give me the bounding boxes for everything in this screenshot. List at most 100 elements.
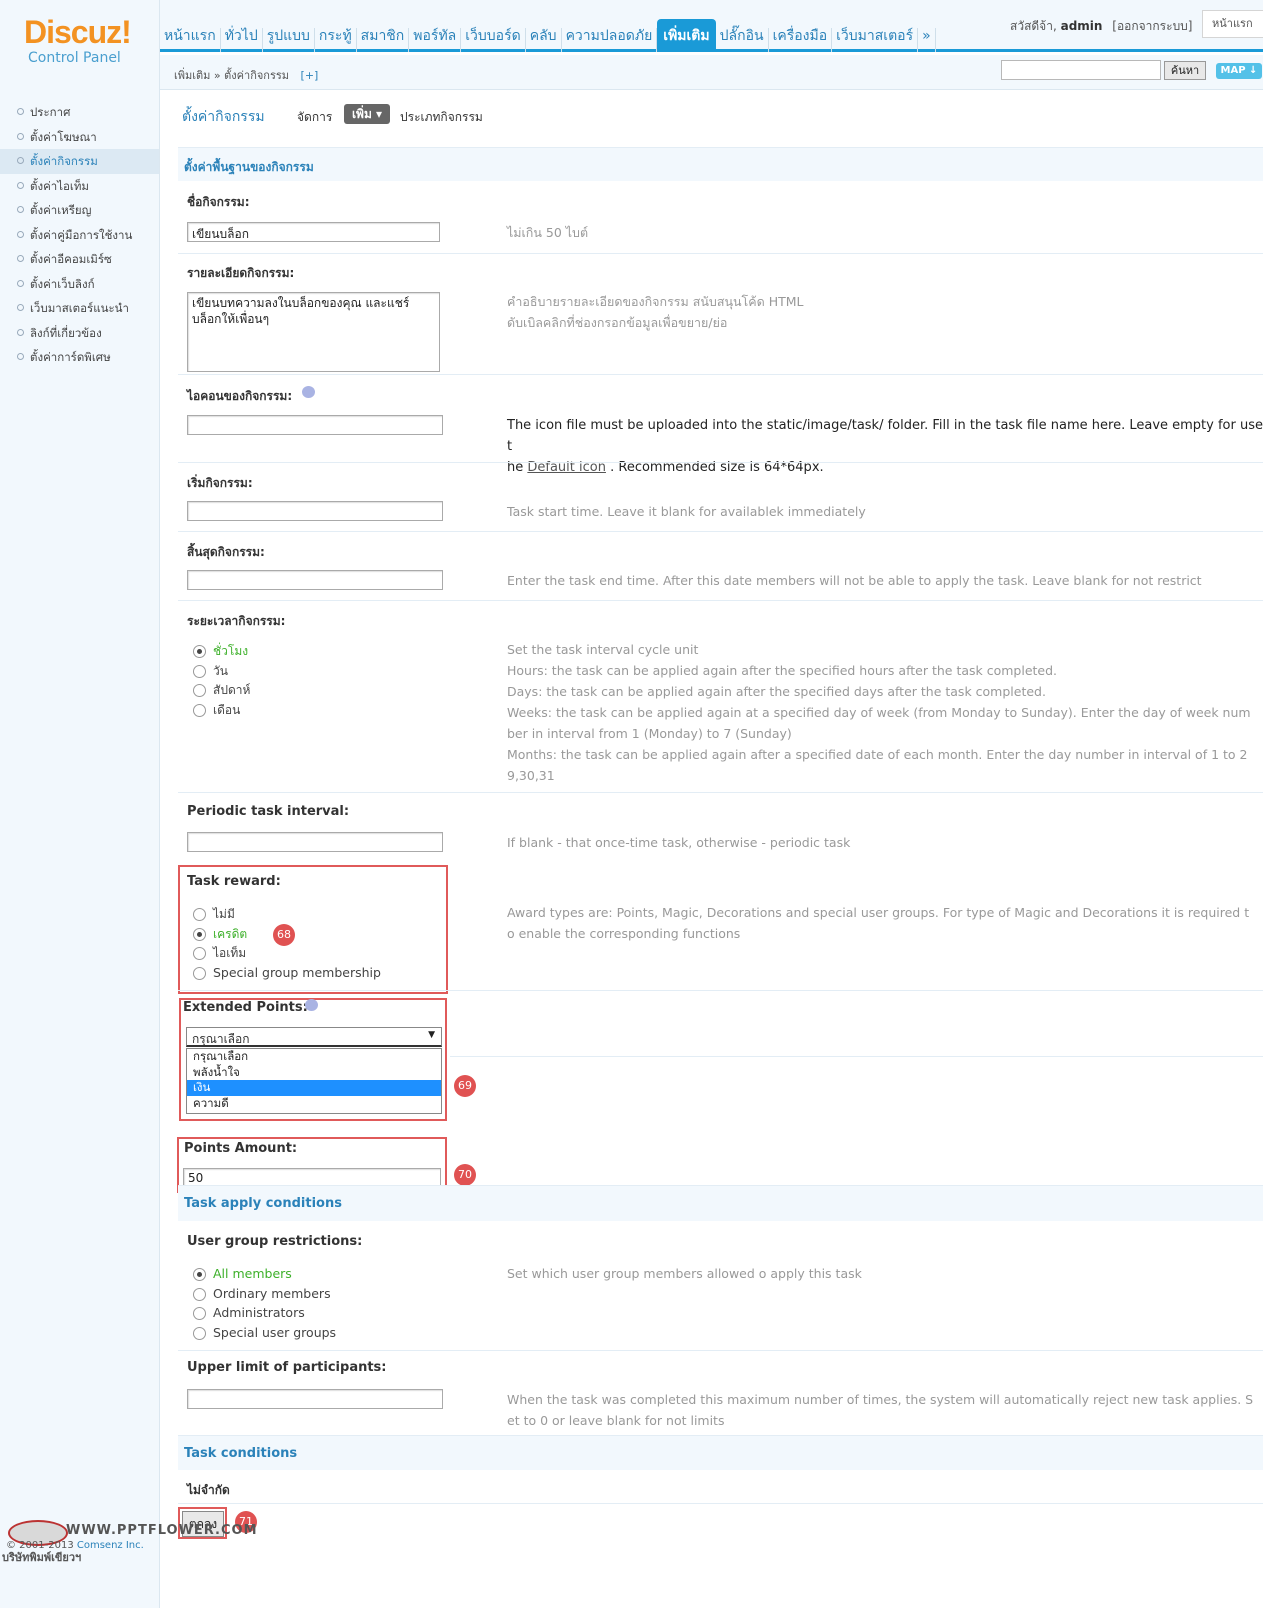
extpoints-selected: กรุณาเลือก	[192, 1032, 250, 1046]
period-hint-4: Weeks: the task can be applied again at …	[507, 705, 1251, 720]
task-name-input[interactable]: เขียนบล็อก	[187, 222, 440, 242]
step-badge-69: 69	[454, 1075, 476, 1097]
watermark-text: WWW.PPTFLOWER.COM	[66, 1523, 258, 1538]
period-radio-days[interactable]: วัน	[193, 663, 228, 679]
nav-tab-forum[interactable]: เว็บบอร์ด	[461, 28, 526, 52]
group-radio-ordinary[interactable]: Ordinary members	[193, 1286, 331, 1302]
divider	[178, 253, 1263, 254]
group-restrict-hint: Set which user group members allowed o a…	[507, 1266, 862, 1281]
help-icon[interactable]	[305, 999, 318, 1011]
add-shortcut-button[interactable]: [+]	[301, 69, 319, 82]
breadcrumb-text: เพิ่มเติม » ตั้งค่ากิจกรรม	[174, 69, 290, 82]
period-hint-1: Set the task interval cycle unit	[507, 642, 699, 657]
step-badge-70: 70	[454, 1164, 476, 1186]
group-restrict-label: User group restrictions:	[187, 1234, 363, 1249]
help-icon[interactable]	[302, 386, 315, 398]
logo[interactable]: Discuz! Control Panel	[0, 0, 160, 90]
extpoints-option[interactable]: พลังน้ำใจ	[187, 1065, 441, 1081]
task-end-hint: Enter the task end time. After this date…	[507, 573, 1202, 588]
breadcrumb-bar: เพิ่มเติม » ตั้งค่ากิจกรรม [+] ค้นหา MAP…	[160, 55, 1263, 90]
sidebar-item-ads[interactable]: ตั้งค่าโฆษณา	[0, 125, 159, 150]
sidebar-item-tasks[interactable]: ตั้งค่ากิจกรรม	[0, 149, 159, 174]
search-input[interactable]	[1001, 60, 1161, 80]
breadcrumb: เพิ่มเติม » ตั้งค่ากิจกรรม [+]	[174, 66, 318, 84]
task-types-link[interactable]: ประเภทกิจกรรม	[400, 108, 483, 127]
limit-label: Upper limit of participants:	[187, 1360, 387, 1375]
interval-input[interactable]	[187, 832, 443, 852]
nav-tab-style[interactable]: รูปแบบ	[263, 28, 315, 52]
period-radio-weeks[interactable]: สัปดาห์	[193, 682, 250, 698]
nav-tab-webmaster[interactable]: เว็บมาสเตอร์	[832, 28, 919, 52]
nav-tab-members[interactable]: สมาชิก	[357, 28, 410, 52]
greeting: สวัสดีจ้า,	[1010, 19, 1057, 33]
nav-tab-portal[interactable]: พอร์ทัล	[409, 28, 462, 52]
task-end-input[interactable]	[187, 570, 443, 590]
chevron-down-icon: ▼	[428, 1030, 435, 1040]
task-desc-hint-1: คำอธิบายรายละเอียดของกิจกรรม สนับสนุนโค้…	[507, 294, 804, 309]
nav-tab-plugins[interactable]: ปลั๊กอิน	[716, 28, 769, 52]
reward-radio-item[interactable]: ไอเท็ม	[193, 945, 246, 961]
limit-input[interactable]	[187, 1389, 443, 1409]
task-icon-input[interactable]	[187, 415, 443, 435]
reward-radio-credit[interactable]: เครดิต	[193, 926, 247, 942]
sidebar-item-medals[interactable]: ตั้งค่าเหรียญ	[0, 198, 159, 223]
interval-hint: If blank - that once-time task, otherwis…	[507, 835, 851, 850]
interval-label: Periodic task interval:	[187, 804, 350, 819]
nav-tab-threads[interactable]: กระทู้	[315, 28, 357, 52]
nav-tab-home[interactable]: หน้าแรก	[160, 28, 221, 52]
nav-tab-security[interactable]: ความปลอดภัย	[562, 28, 658, 52]
add-button[interactable]: เพิ่ม ▾	[344, 104, 390, 124]
main-content: ตั้งค่ากิจกรรม จัดการ เพิ่ม ▾ ประเภทกิจก…	[160, 90, 1263, 1608]
period-radio-hours[interactable]: ชั่วโมง	[193, 643, 248, 659]
nav-tab-tools[interactable]: เครื่องมือ	[769, 28, 833, 52]
group-radio-all[interactable]: All members	[193, 1266, 292, 1282]
sidebar-item-items[interactable]: ตั้งค่าไอเท็ม	[0, 174, 159, 199]
copyright-link[interactable]: Comsenz Inc.	[77, 1540, 144, 1551]
nav-tab-extended[interactable]: เพิ่มเติม	[657, 19, 716, 52]
username: admin	[1060, 19, 1103, 33]
step-badge-68: 68	[273, 924, 295, 946]
sidebar-item-special-cards[interactable]: ตั้งค่าการ์ดพิเศษ	[0, 345, 159, 370]
task-name-label: ชื่อกิจกรรม:	[187, 195, 250, 209]
nav-tab-general[interactable]: ทั่วไป	[221, 28, 263, 52]
watermark-subtext: บริษัทพิมพ์เขียวฯ	[2, 1551, 82, 1564]
task-desc-hint-2: ดับเบิลคลิกที่ช่องกรอกข้อมูลเพื่อขยาย/ย่…	[507, 315, 728, 330]
reward-hint-2: o enable the corresponding functions	[507, 926, 741, 941]
divider	[178, 600, 1263, 601]
divider	[178, 990, 1263, 991]
group-radio-special[interactable]: Special user groups	[193, 1325, 336, 1341]
period-hint-2: Hours: the task can be applied again aft…	[507, 663, 1058, 678]
sidebar-item-weblinks[interactable]: ตั้งค่าเว็บลิงก์	[0, 272, 159, 297]
task-start-label: เริ่มกิจกรรม:	[187, 476, 253, 490]
home-button[interactable]: หน้าแรก	[1202, 10, 1263, 38]
sidebar-item-announcement[interactable]: ประกาศ	[0, 100, 159, 125]
extpoints-option[interactable]: ความดี	[187, 1096, 441, 1112]
extpoints-option-highlighted[interactable]: เงิน	[187, 1080, 441, 1096]
nav-more-icon[interactable]: »	[918, 28, 936, 52]
group-radio-admins[interactable]: Administrators	[193, 1305, 305, 1321]
divider	[178, 462, 1263, 463]
sidebar-item-recommend[interactable]: เว็บมาสเตอร์แนะนำ	[0, 296, 159, 321]
reward-radio-group[interactable]: Special group membership	[193, 965, 381, 981]
sidebar-item-ecommerce[interactable]: ตั้งค่าอีคอมเมิร์ซ	[0, 247, 159, 272]
period-radio-months[interactable]: เดือน	[193, 702, 240, 718]
task-start-input[interactable]	[187, 501, 443, 521]
extpoints-select[interactable]: กรุณาเลือก ▼	[186, 1027, 442, 1047]
logout-link[interactable]: [ออกจากระบบ]	[1112, 19, 1192, 33]
reward-radio-none[interactable]: ไม่มี	[193, 906, 235, 922]
sidebar-item-related-links[interactable]: ลิงก์ที่เกี่ยวข้อง	[0, 321, 159, 346]
map-button[interactable]: MAP ↓	[1216, 63, 1262, 79]
task-icon-label: ไอคอนของกิจกรรม:	[187, 389, 293, 403]
page-title: ตั้งค่ากิจกรรม	[182, 109, 265, 125]
task-name-hint: ไม่เกิน 50 ไบต์	[507, 225, 589, 240]
task-end-label: สิ้นสุดกิจกรรม:	[187, 545, 265, 559]
search-button[interactable]: ค้นหา	[1164, 61, 1206, 80]
task-desc-textarea[interactable]: เขียนบทความลงในบล็อกของคุณ และแชร์บล็อกใ…	[187, 292, 440, 372]
nav-tab-club[interactable]: คลับ	[526, 28, 562, 52]
nolimit-label: ไม่จำกัด	[187, 1483, 230, 1497]
sidebar-item-help[interactable]: ตั้งค่าคู่มือการใช้งาน	[0, 223, 159, 248]
extpoints-option[interactable]: กรุณาเลือก	[187, 1049, 441, 1065]
logo-brand: Discuz!	[24, 14, 132, 50]
sidebar: ประกาศ ตั้งค่าโฆษณา ตั้งค่ากิจกรรม ตั้งค…	[0, 90, 160, 1608]
manage-link[interactable]: จัดการ	[297, 108, 332, 127]
